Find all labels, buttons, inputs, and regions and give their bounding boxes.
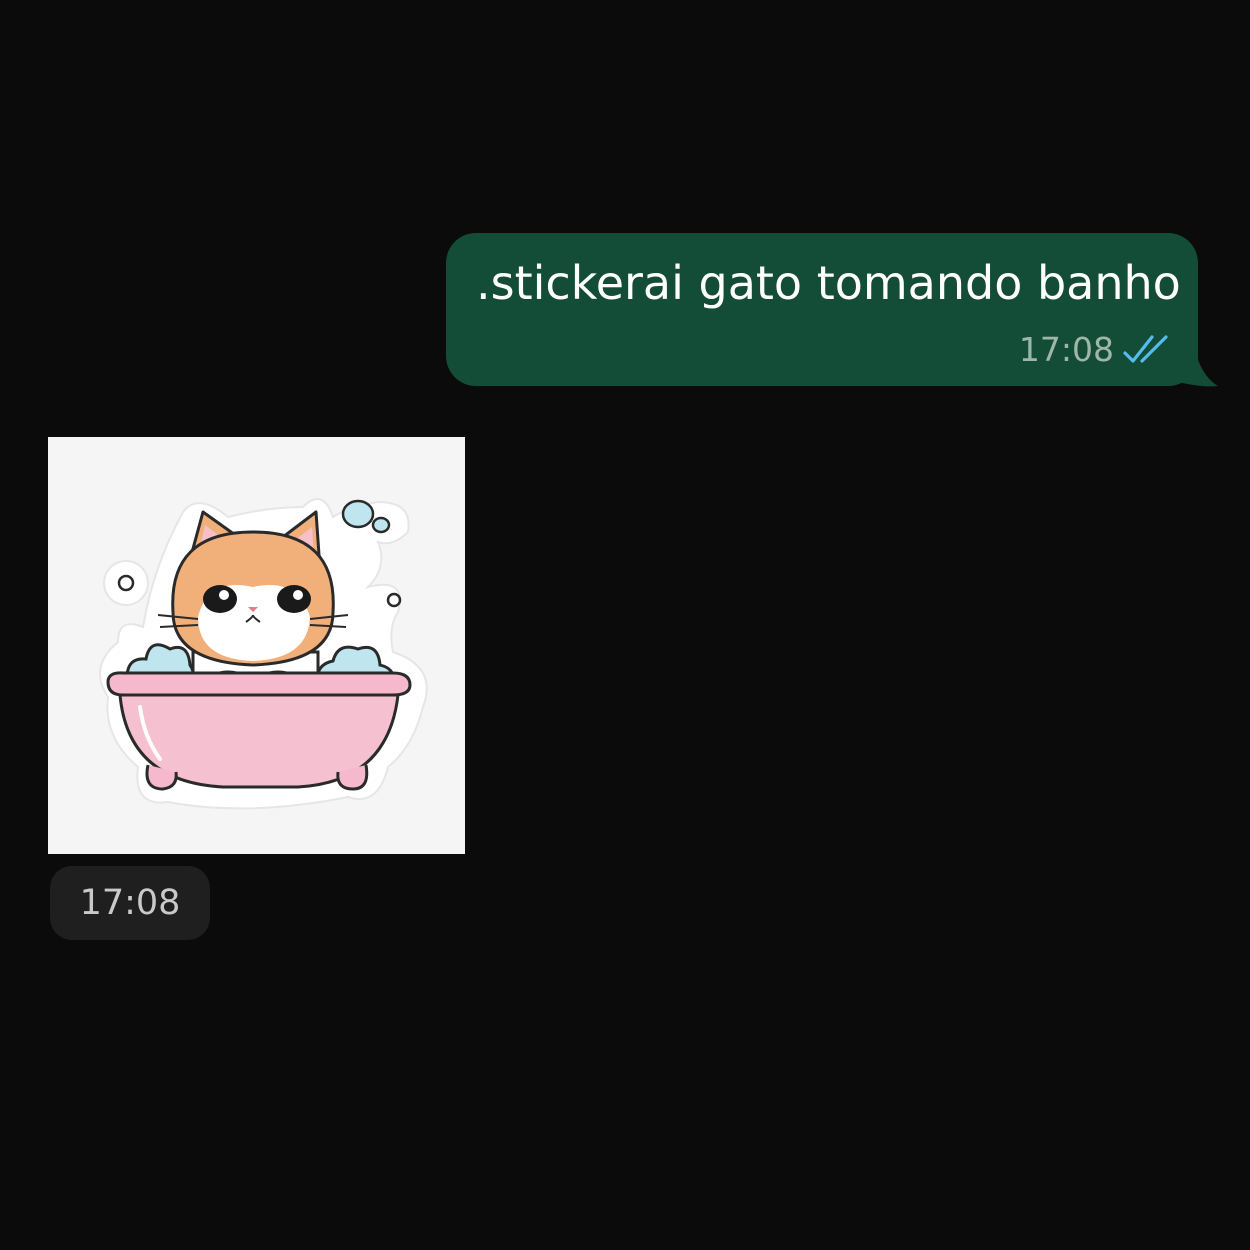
sticker-time-badge: 17:08 [50,866,210,940]
chat-view: .stickerai gato tomando banho 17:08 17:0… [0,0,1250,1250]
cat-in-bathtub-sticker [99,498,428,810]
message-time: 17:08 [79,883,181,923]
sticker-image[interactable] [48,437,465,854]
message-text: .stickerai gato tomando banho [476,256,1181,310]
double-check-read-icon [1123,335,1168,363]
message-meta: 17:08 [1019,330,1172,370]
outgoing-message-bubble[interactable]: .stickerai gato tomando banho 17:08 [446,233,1198,386]
bubble-tail [1170,340,1218,387]
message-time: 17:08 [1018,330,1114,369]
